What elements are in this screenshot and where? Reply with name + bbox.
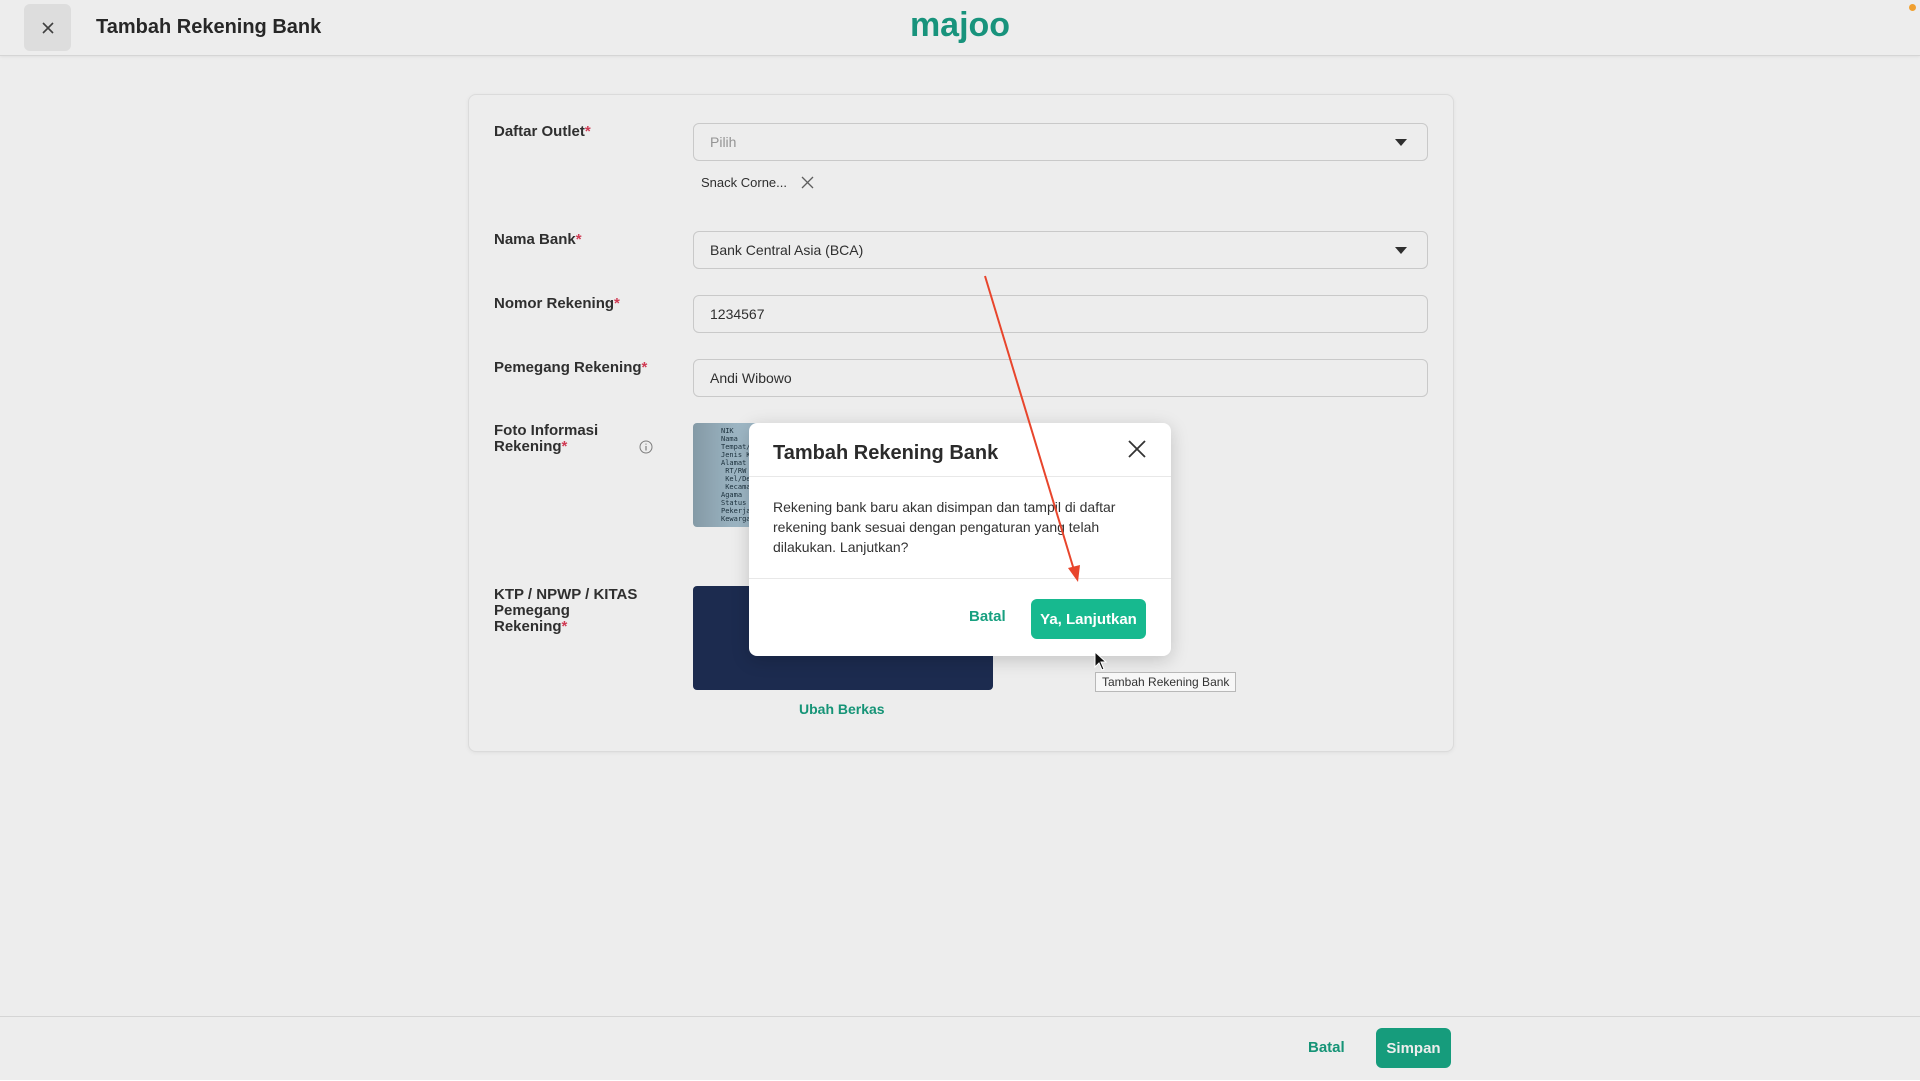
mouse-cursor-icon <box>1094 651 1108 671</box>
dialog-confirm-button[interactable]: Ya, Lanjutkan <box>1031 599 1146 639</box>
tooltip: Tambah Rekening Bank <box>1095 672 1237 692</box>
dialog-title: Tambah Rekening Bank <box>773 442 999 464</box>
status-dot <box>1909 4 1916 11</box>
dialog-divider <box>749 476 1171 477</box>
dialog-divider <box>749 578 1171 579</box>
dialog-close-icon[interactable] <box>1127 439 1147 459</box>
dialog-cancel-button[interactable]: Batal <box>969 608 1006 625</box>
confirm-dialog: Tambah Rekening Bank Rekening bank baru … <box>749 423 1171 656</box>
dialog-message: Rekening bank baru akan disimpan dan tam… <box>773 499 1116 555</box>
